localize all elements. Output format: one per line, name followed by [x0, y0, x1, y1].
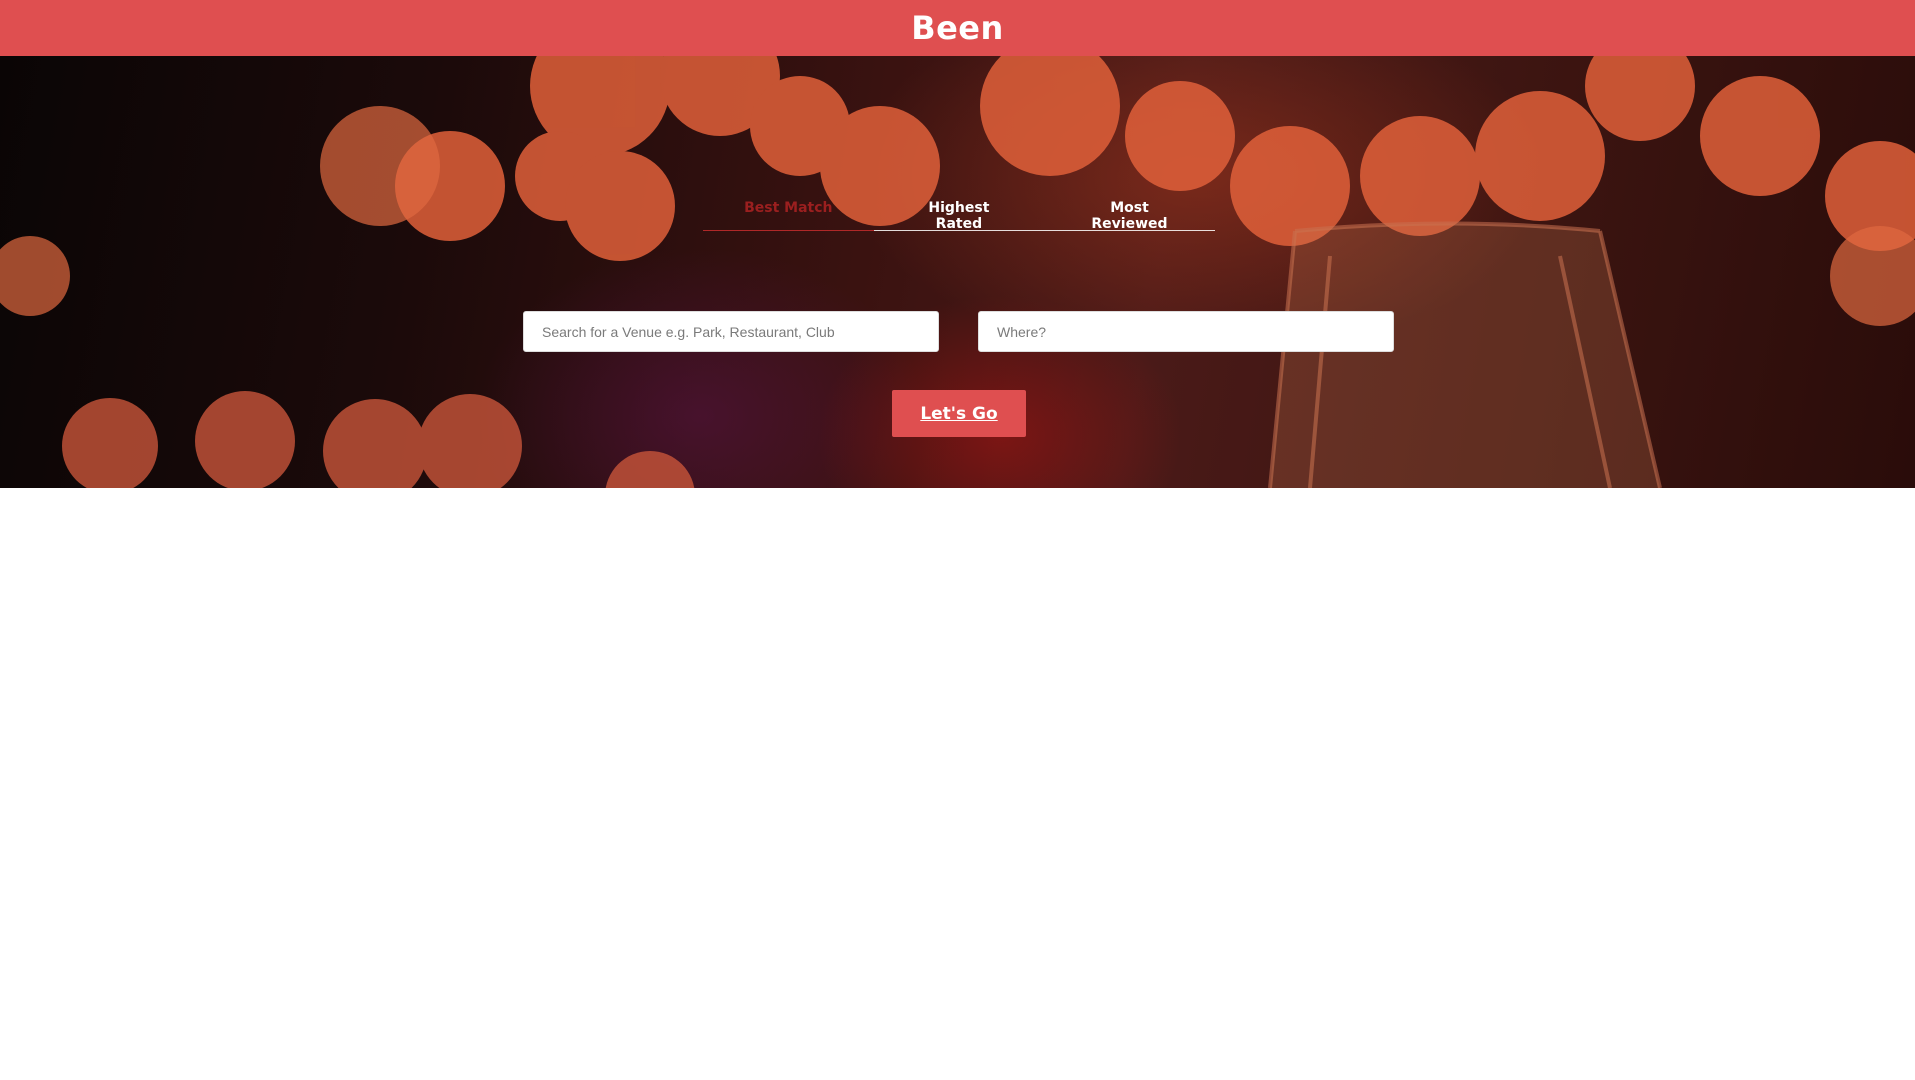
sort-tabs: Best Match Highest Rated Most Reviewed	[703, 171, 1215, 232]
venue-search-input[interactable]	[523, 311, 939, 352]
results-area	[0, 488, 1915, 1080]
tab-most-reviewed[interactable]: Most Reviewed	[1044, 171, 1215, 232]
hero-banner: Best Match Highest Rated Most Reviewed L…	[0, 56, 1915, 488]
tab-highest-rated[interactable]: Highest Rated	[873, 171, 1045, 232]
top-bar: Been	[0, 0, 1915, 56]
tab-label-best-match: Best Match	[744, 200, 833, 216]
location-input[interactable]	[978, 311, 1394, 352]
tab-best-match[interactable]: Best Match	[703, 171, 874, 231]
brand-logo[interactable]: Been	[911, 9, 1004, 47]
tab-label-most-reviewed: Most Reviewed	[1091, 200, 1168, 232]
lets-go-button[interactable]: Let's Go	[892, 390, 1026, 437]
tab-label-highest-rated: Highest Rated	[928, 200, 990, 232]
